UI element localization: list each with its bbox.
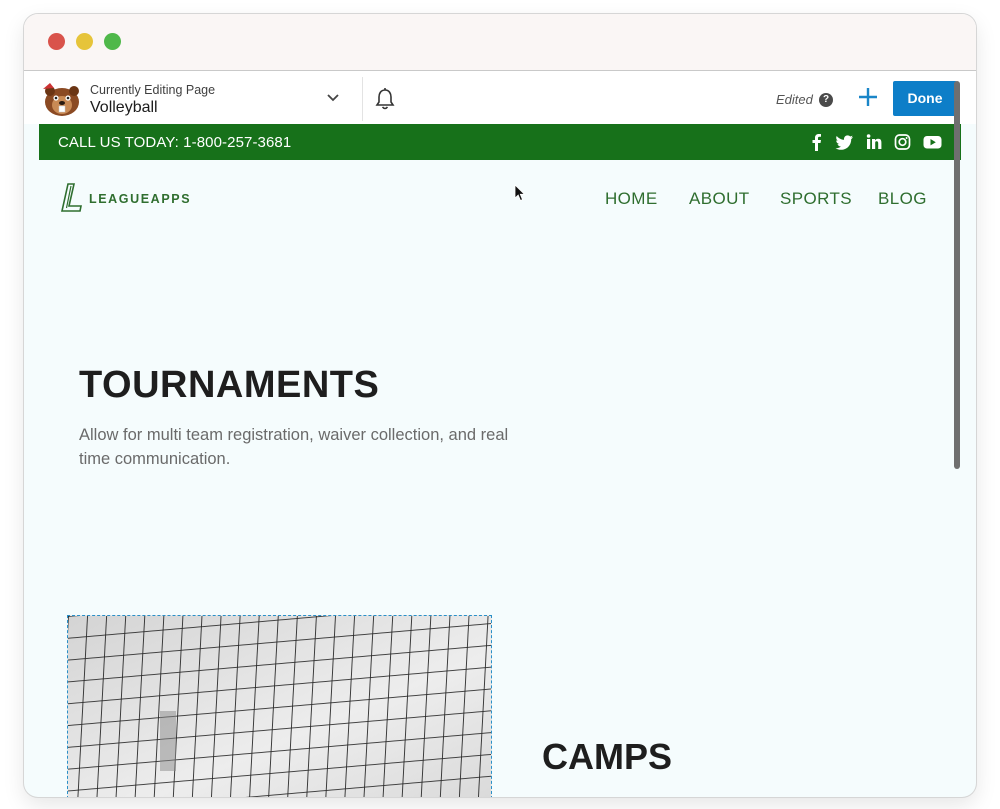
nav-about[interactable]: ABOUT [689,189,750,209]
mouse-cursor-icon [514,184,526,202]
plus-icon[interactable] [856,83,880,111]
net-photo [68,616,491,797]
call-us-bar: CALL US TODAY: 1-800-257-3681 [39,124,961,160]
camps-heading: CAMPS [542,736,673,777]
window-titlebar [24,14,976,71]
beaver-logo-icon [43,83,79,116]
toolbar-divider [362,77,363,121]
nav-blog[interactable]: BLOG [878,189,927,209]
page-builder-toolbar: Currently Editing Page Volleyball Edited… [24,71,976,124]
minimize-window-button[interactable] [76,33,93,50]
bell-icon[interactable] [374,87,396,111]
tournaments-heading: TOURNAMENTS [79,364,380,406]
nav-sports[interactable]: SPORTS [780,189,852,209]
scrollbar-thumb[interactable] [954,81,960,469]
twitter-icon[interactable] [835,133,854,151]
instagram-icon[interactable] [894,133,911,151]
youtube-icon[interactable] [923,133,942,151]
site-header: LEAGUEAPPS HOME ABOUT SPORTS BLOG [39,160,953,240]
volleyball-net-image[interactable] [67,615,492,797]
logo-text[interactable]: LEAGUEAPPS [89,192,191,206]
tournaments-description: Allow for multi team registration, waive… [79,426,509,468]
page-name: Volleyball [90,99,158,116]
edit-status: Edited [776,92,813,107]
close-window-button[interactable] [48,33,65,50]
facebook-icon[interactable] [810,133,822,151]
done-button[interactable]: Done [893,81,957,116]
maximize-window-button[interactable] [104,33,121,50]
linkedin-icon[interactable] [866,133,882,151]
chevron-down-icon[interactable] [325,91,341,105]
browser-window: Currently Editing Page Volleyball Edited… [24,14,976,797]
nav-home[interactable]: HOME [605,189,658,209]
call-us-text: CALL US TODAY: 1-800-257-3681 [58,134,292,151]
leagueapps-logo-icon[interactable] [59,182,85,214]
help-icon[interactable]: ? [819,93,833,107]
editing-label: Currently Editing Page [90,83,216,97]
